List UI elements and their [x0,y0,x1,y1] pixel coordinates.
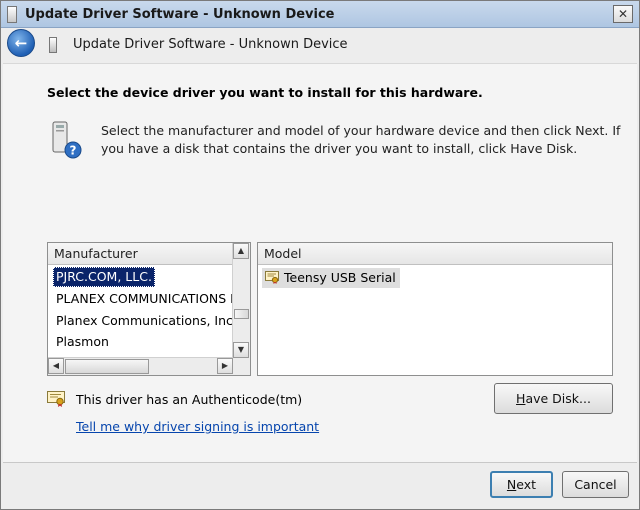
model-list[interactable]: Model Teensy USB Serial [257,242,613,376]
scroll-down-button[interactable]: ▼ [233,342,249,358]
window-title: Update Driver Software - Unknown Device [25,7,335,22]
next-accelerator: N [506,477,517,492]
list-item[interactable]: Plasmon [53,332,112,352]
title-bar[interactable]: Update Driver Software - Unknown Device … [1,1,639,28]
cancel-button[interactable]: Cancel [562,471,629,498]
list-item[interactable]: PJRC.COM, LLC. [53,267,155,287]
have-disk-button[interactable]: Have Disk... [494,383,613,414]
page-heading: Select the device driver you want to ins… [47,85,483,100]
have-disk-label: ave Disk... [525,391,591,406]
svg-text:?: ? [70,144,77,158]
certificate-icon [47,391,65,407]
page-description: Select the manufacturer and model of you… [101,123,621,156]
device-icon [49,37,57,53]
scroll-thumb[interactable] [234,309,249,319]
next-button[interactable]: Next [490,471,553,498]
hardware-help-icon: ? [52,121,82,159]
model-column-header[interactable]: Model [258,243,612,265]
manufacturer-list[interactable]: Manufacturer PJRC.COM, LLC. PLANEX COMMU… [47,242,251,376]
driver-signing-status: This driver has an Authenticode(tm) [76,392,303,407]
manufacturer-column-header[interactable]: Manufacturer [48,243,233,265]
wizard-nav-bar: ← Update Driver Software - Unknown Devic… [1,28,639,60]
back-button[interactable]: ← [7,29,35,57]
wizard-content: Select the device driver you want to ins… [3,63,637,463]
signed-driver-icon [265,271,279,284]
dialog-window: Update Driver Software - Unknown Device … [0,0,640,510]
scroll-up-button[interactable]: ▲ [233,243,249,259]
close-button[interactable]: ✕ [613,5,633,23]
scroll-thumb[interactable] [65,359,149,374]
next-label: ext [516,477,537,492]
model-name: Teensy USB Serial [284,270,396,285]
driver-signing-link[interactable]: Tell me why driver signing is important [76,419,319,434]
scroll-left-button[interactable]: ◀ [48,358,64,374]
list-item[interactable]: Planex Communications, Inc. [53,311,240,331]
manufacturer-horizontal-scrollbar[interactable]: ◀ ▶ [48,357,233,375]
manufacturer-vertical-scrollbar[interactable]: ▲ ▼ [232,243,250,358]
scrollbar-corner [233,358,250,375]
scroll-right-button[interactable]: ▶ [217,358,233,374]
list-item[interactable]: PLANEX COMMUNICATIONS I [53,289,237,309]
app-icon [7,6,17,23]
list-item[interactable]: Teensy USB Serial [262,268,400,288]
wizard-title: Update Driver Software - Unknown Device [73,37,348,52]
